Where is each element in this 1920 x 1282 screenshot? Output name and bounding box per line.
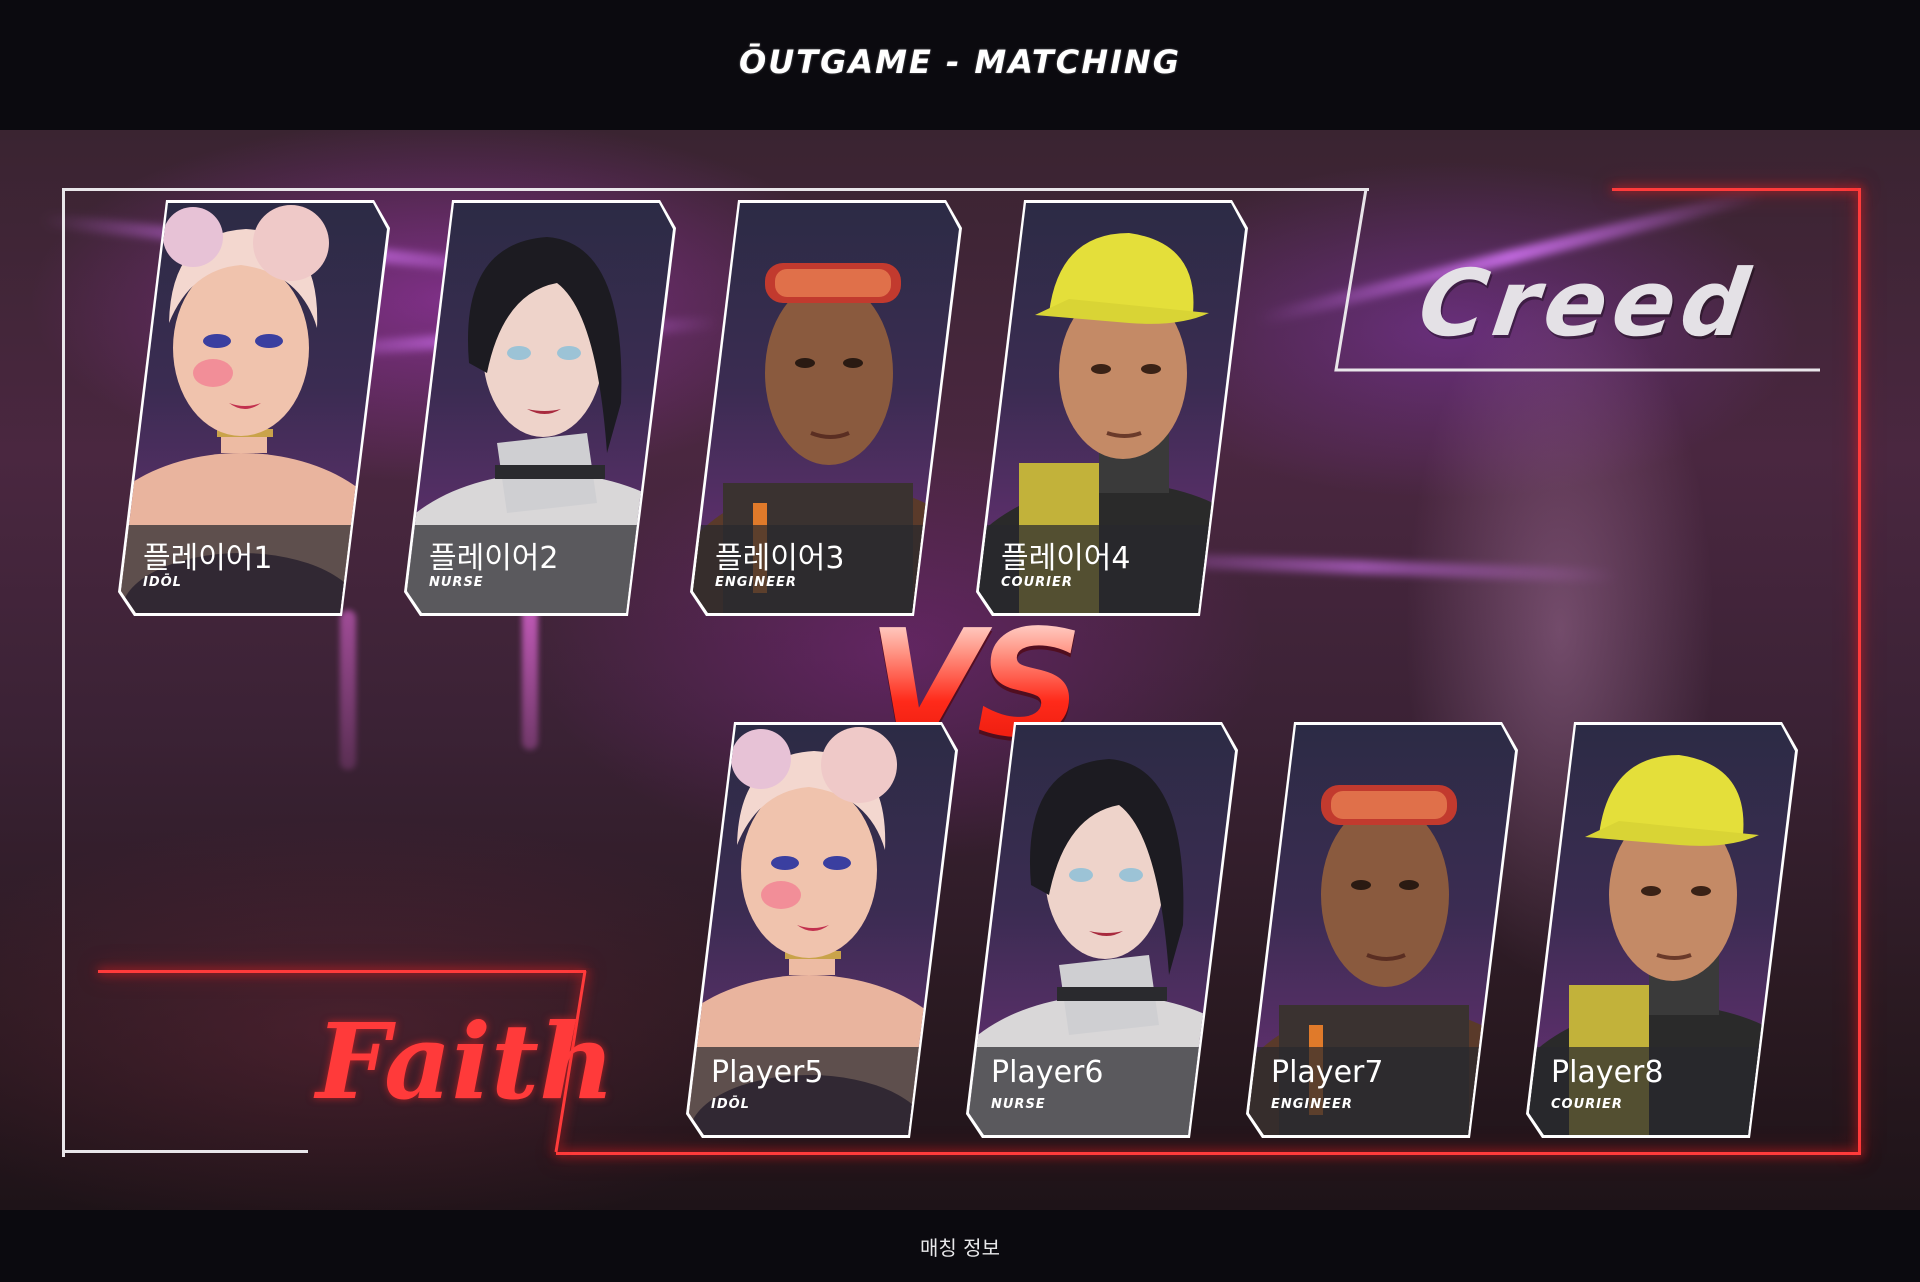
player-name: 플레이어3 bbox=[715, 541, 845, 576]
screen-title: ŌUTGAME - MATCHING bbox=[739, 43, 1181, 81]
player-card[interactable]: 플레이어4 COURIER bbox=[976, 200, 1248, 616]
match-info-label: 매칭 정보 bbox=[920, 1235, 1000, 1260]
player-name: 플레이어1 bbox=[143, 541, 273, 576]
team-name-faith: Faith bbox=[316, 1000, 615, 1123]
player-name: 플레이어4 bbox=[1001, 541, 1131, 576]
player-class: IDŌL bbox=[143, 575, 182, 590]
team-frame-top-bottom-edge bbox=[62, 1150, 308, 1153]
player-card[interactable]: Player6 NURSE bbox=[966, 722, 1238, 1138]
player-class: ENGINEER bbox=[715, 575, 797, 590]
player-name: Player7 bbox=[1271, 1055, 1384, 1090]
player-card[interactable]: 플레이어1 IDŌL bbox=[118, 200, 390, 616]
player-card[interactable]: Player8 COURIER bbox=[1526, 722, 1798, 1138]
player-class: NURSE bbox=[429, 575, 484, 590]
footer-bar: 매칭 정보 bbox=[0, 1210, 1920, 1282]
player-card[interactable]: Player7 ENGINEER bbox=[1246, 722, 1518, 1138]
player-name: Player5 bbox=[711, 1055, 824, 1090]
player-class: IDŌL bbox=[711, 1097, 750, 1112]
player-card[interactable]: 플레이어3 ENGINEER bbox=[690, 200, 962, 616]
player-class: ENGINEER bbox=[1271, 1097, 1353, 1112]
player-card[interactable]: Player5 IDŌL bbox=[686, 722, 958, 1138]
player-name: Player8 bbox=[1551, 1055, 1664, 1090]
header-bar: ŌUTGAME - MATCHING bbox=[0, 0, 1920, 130]
player-name: Player6 bbox=[991, 1055, 1104, 1090]
player-class: NURSE bbox=[991, 1097, 1046, 1112]
team-name-creed: Creed bbox=[1412, 250, 1762, 357]
player-class: COURIER bbox=[1001, 575, 1073, 590]
player-card[interactable]: 플레이어2 NURSE bbox=[404, 200, 676, 616]
player-name: 플레이어2 bbox=[429, 541, 559, 576]
player-class: COURIER bbox=[1551, 1097, 1623, 1112]
